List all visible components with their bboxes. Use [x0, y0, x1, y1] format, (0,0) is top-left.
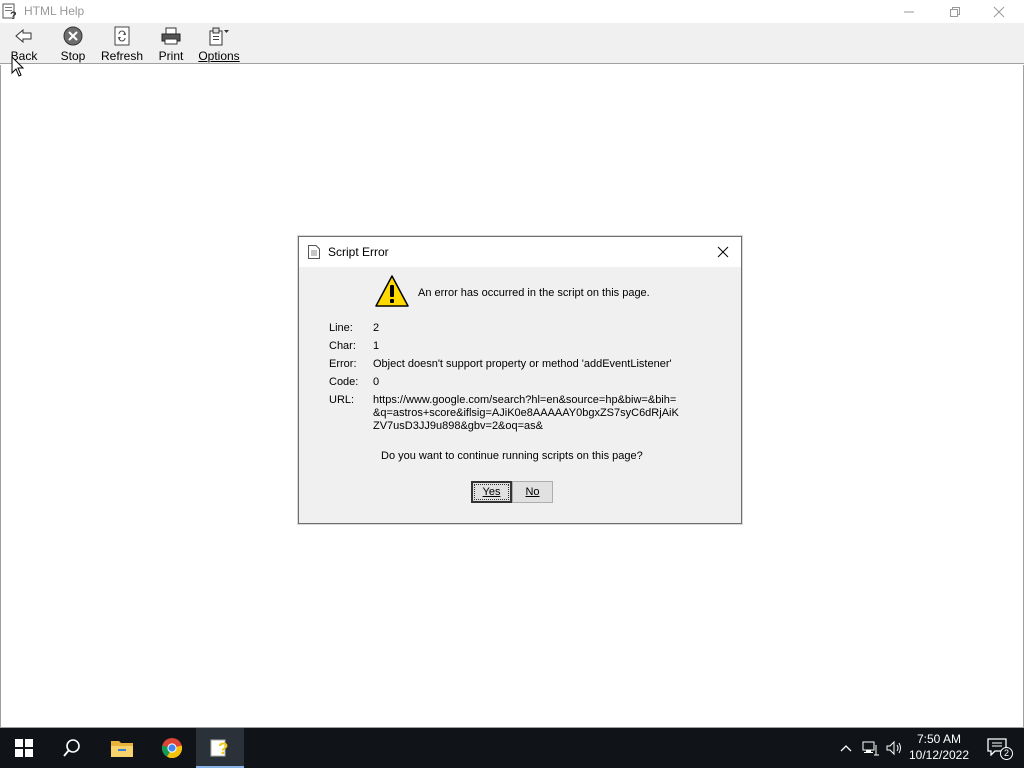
mouse-cursor-icon	[11, 55, 25, 78]
notification-icon: 2	[987, 738, 1013, 760]
action-center-button[interactable]: 2	[978, 728, 1018, 768]
search-icon	[63, 739, 80, 757]
dialog-title: Script Error	[328, 245, 389, 259]
window-title: HTML Help	[24, 4, 85, 18]
line-row: Line: 2	[329, 322, 693, 334]
html-help-app-icon: ?	[2, 3, 18, 22]
stop-button[interactable]: Stop	[58, 25, 88, 63]
network-icon	[862, 741, 879, 756]
line-label: Line:	[329, 322, 353, 334]
no-button[interactable]: No	[512, 481, 553, 503]
url-row: URL: https://www.google.com/search?hl=en…	[329, 394, 683, 433]
code-label: Code:	[329, 376, 359, 388]
error-value: Object doesn't support property or metho…	[373, 358, 672, 370]
close-icon	[717, 246, 729, 258]
error-label: Error:	[329, 358, 357, 370]
url-value: https://www.google.com/search?hl=en&sour…	[373, 394, 679, 432]
error-row: Error: Object doesn't support property o…	[329, 358, 693, 370]
print-button[interactable]: Print	[157, 25, 185, 63]
char-row: Char: 1	[329, 340, 693, 352]
printer-icon	[160, 25, 182, 47]
chrome-icon	[161, 738, 183, 759]
restore-button[interactable]	[932, 0, 978, 23]
taskbar-clock[interactable]: 7:50 AM 10/12/2022	[906, 731, 972, 763]
clock-date: 10/12/2022	[908, 748, 970, 762]
chevron-up-icon	[840, 745, 852, 752]
stop-label: Stop	[60, 49, 86, 63]
close-window-button[interactable]	[976, 0, 1022, 23]
close-icon	[993, 6, 1005, 17]
stop-icon	[62, 25, 84, 47]
toolbar: Back Stop Refresh Print Options	[0, 23, 1024, 64]
start-button[interactable]	[0, 728, 48, 768]
refresh-label: Refresh	[100, 49, 144, 63]
search-button[interactable]	[48, 728, 96, 768]
code-row: Code: 0	[329, 376, 693, 388]
options-label: Options	[198, 49, 240, 63]
refresh-button[interactable]: Refresh	[100, 25, 144, 63]
notification-count-badge: 2	[1000, 747, 1013, 760]
line-value: 2	[373, 322, 380, 334]
yes-label: Yes	[482, 486, 501, 498]
char-label: Char:	[329, 340, 356, 352]
options-icon	[208, 25, 230, 47]
error-message: An error has occurred in the script on t…	[418, 287, 650, 299]
clock-time: 7:50 AM	[916, 732, 962, 746]
taskbar: ? 7:50 AM 10/12/2022 2	[0, 728, 1024, 768]
no-label: No	[525, 486, 540, 498]
speaker-icon	[886, 740, 901, 756]
back-arrow-icon	[13, 25, 35, 47]
print-label: Print	[158, 49, 184, 63]
url-label: URL:	[329, 394, 355, 406]
restore-icon	[950, 6, 960, 17]
html-help-taskbar-button[interactable]: ?	[196, 728, 244, 768]
options-button[interactable]: Options	[198, 25, 240, 63]
svg-text:?: ?	[218, 739, 228, 758]
chrome-taskbar-button[interactable]	[148, 728, 196, 768]
dialog-titlebar: Script Error	[299, 237, 741, 267]
continue-question: Do you want to continue running scripts …	[381, 450, 643, 462]
dialog-close-button[interactable]	[711, 242, 735, 262]
window-titlebar: ? HTML Help	[0, 0, 1024, 23]
minimize-icon	[904, 11, 914, 12]
file-explorer-taskbar-button[interactable]	[98, 728, 146, 768]
folder-icon	[111, 741, 133, 757]
svg-text:?: ?	[10, 10, 17, 20]
char-value: 1	[373, 340, 380, 352]
minimize-button[interactable]	[886, 0, 932, 23]
warning-icon	[375, 275, 409, 307]
document-icon	[308, 245, 320, 259]
refresh-icon	[111, 25, 133, 47]
yes-button[interactable]: Yes	[471, 481, 512, 503]
volume-tray-button[interactable]	[884, 728, 904, 768]
windows-logo-icon	[15, 739, 33, 757]
html-help-icon: ?	[210, 739, 228, 758]
network-tray-button[interactable]	[860, 728, 882, 768]
code-value: 0	[373, 376, 380, 388]
show-hidden-icons-button[interactable]	[836, 728, 856, 768]
script-error-dialog: Script Error An error has occurred in th…	[298, 236, 742, 524]
